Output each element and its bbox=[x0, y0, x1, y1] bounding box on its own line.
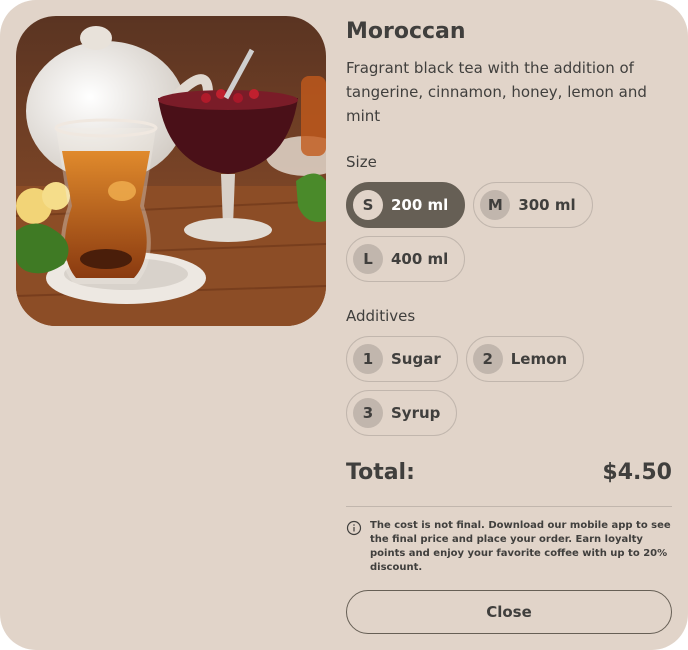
additive-option-label: Sugar bbox=[391, 350, 441, 368]
additive-option-label: Lemon bbox=[510, 350, 568, 368]
additive-badge: 2 bbox=[472, 344, 503, 374]
product-image bbox=[16, 16, 326, 326]
size-label: Size bbox=[346, 153, 377, 171]
total-label: Total: bbox=[346, 459, 415, 485]
additive-option-lemon[interactable]: 2 Lemon bbox=[465, 336, 585, 382]
additive-option-label: Syrup bbox=[391, 404, 441, 422]
product-description: Fragrant black tea with the addition of … bbox=[346, 59, 647, 125]
size-option-l[interactable]: L 400 ml bbox=[346, 236, 466, 282]
product-title: Moroccan bbox=[346, 19, 466, 44]
additive-badge: 3 bbox=[353, 398, 383, 428]
additives-label: Additives bbox=[346, 307, 416, 325]
product-modal: Moroccan Fragrant black tea with the add… bbox=[0, 0, 688, 650]
additive-badge: 1 bbox=[353, 344, 383, 374]
size-badge: S bbox=[353, 190, 383, 220]
size-option-label: 200 ml bbox=[391, 196, 449, 214]
note-text: The cost is not final. Download our mobi… bbox=[370, 520, 671, 573]
size-option-label: 300 ml bbox=[518, 196, 576, 214]
total-row: Total: $4.50 bbox=[346, 456, 672, 488]
size-option-s[interactable]: S 200 ml bbox=[346, 182, 466, 228]
size-options: S 200 ml M 300 ml L 400 ml bbox=[346, 182, 672, 282]
size-badge: L bbox=[353, 244, 383, 274]
additive-options: 1 Sugar 2 Lemon 3 Syrup bbox=[346, 336, 672, 436]
additive-option-sugar[interactable]: 1 Sugar bbox=[346, 336, 458, 382]
total-price: $4.50 bbox=[602, 459, 672, 485]
price-note: The cost is not final. Download our mobi… bbox=[346, 519, 672, 575]
close-button[interactable]: Close bbox=[346, 590, 672, 634]
info-icon bbox=[346, 520, 362, 536]
additive-option-syrup[interactable]: 3 Syrup bbox=[346, 390, 458, 436]
size-option-m[interactable]: M 300 ml bbox=[473, 182, 593, 228]
size-badge: M bbox=[480, 190, 511, 220]
size-option-label: 400 ml bbox=[391, 250, 449, 268]
divider bbox=[346, 506, 672, 507]
